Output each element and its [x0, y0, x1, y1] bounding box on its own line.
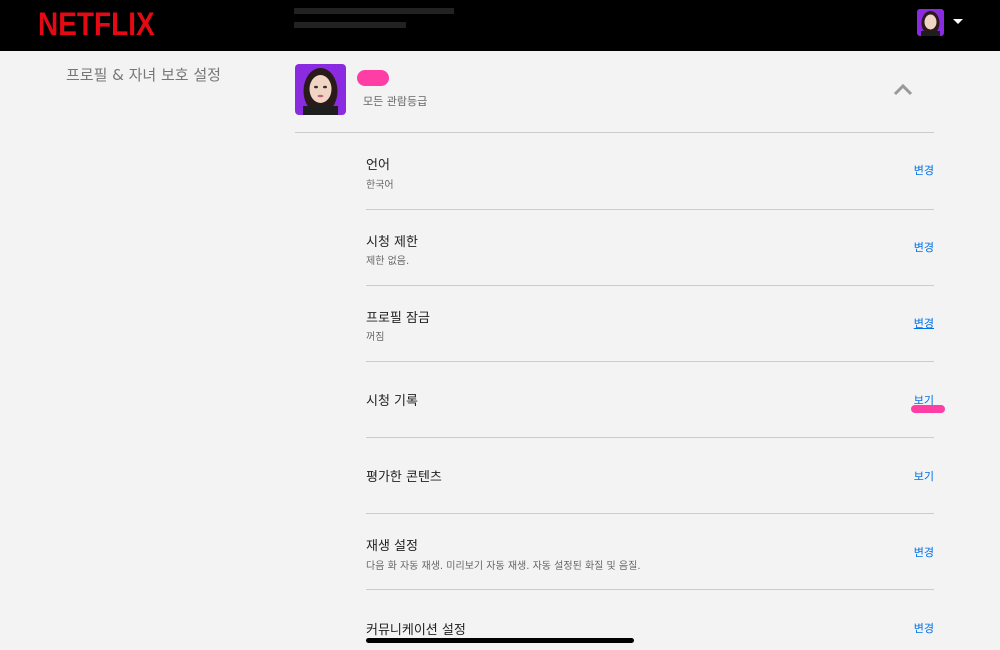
change-language-link[interactable]: 변경 — [914, 162, 934, 178]
scrolled-content-ghost — [294, 0, 454, 40]
setting-label: 시청 기록 — [366, 394, 418, 409]
change-playback-link[interactable]: 변경 — [914, 544, 934, 560]
view-ratings-link[interactable]: 보기 — [914, 468, 934, 484]
change-profile-lock-link[interactable]: 변경 — [914, 315, 934, 331]
page-section-title: 프로필 & 자녀 보호 설정 — [66, 66, 221, 84]
setting-value: 꺼짐 — [366, 332, 385, 343]
change-communication-link[interactable]: 변경 — [914, 620, 934, 636]
change-restrictions-link[interactable]: 변경 — [914, 239, 934, 255]
redacted-profile-name — [357, 70, 389, 86]
setting-label: 재생 설정 — [366, 539, 418, 554]
setting-row-profile-lock: 프로필 잠금 꺼짐 변경 — [366, 285, 934, 362]
setting-value: 다음 화 자동 재생. 미리보기 자동 재생. 자동 설정된 화질 및 음질. — [366, 561, 641, 572]
maturity-rating: 모든 관람등급 — [363, 95, 428, 108]
profile-avatar — [295, 64, 346, 115]
setting-label: 프로필 잠금 — [366, 311, 430, 326]
account-avatar[interactable] — [917, 9, 944, 36]
setting-label: 언어 — [366, 158, 390, 173]
setting-row-playback: 재생 설정 다음 화 자동 재생. 미리보기 자동 재생. 자동 설정된 화질 … — [366, 513, 934, 590]
netflix-logo[interactable]: NETFLIX — [38, 6, 155, 43]
setting-row-ratings: 평가한 콘텐츠 보기 — [366, 437, 934, 514]
setting-row-viewing-restrictions: 시청 제한 제한 없음. 변경 — [366, 209, 934, 286]
home-indicator — [366, 638, 634, 643]
setting-value: 제한 없음. — [366, 256, 410, 267]
setting-row-viewing-activity: 시청 기록 보기 — [366, 361, 934, 438]
caret-down-icon[interactable] — [953, 19, 963, 24]
top-navigation-bar: NETFLIX — [0, 0, 1000, 51]
setting-label: 커뮤니케이션 설정 — [366, 623, 466, 638]
setting-row-language: 언어 한국어 변경 — [366, 133, 934, 210]
redaction-mark — [911, 405, 945, 413]
chevron-up-icon[interactable] — [893, 81, 913, 96]
setting-label: 평가한 콘텐츠 — [366, 470, 442, 485]
setting-value: 한국어 — [366, 180, 394, 191]
setting-label: 시청 제한 — [366, 235, 418, 250]
